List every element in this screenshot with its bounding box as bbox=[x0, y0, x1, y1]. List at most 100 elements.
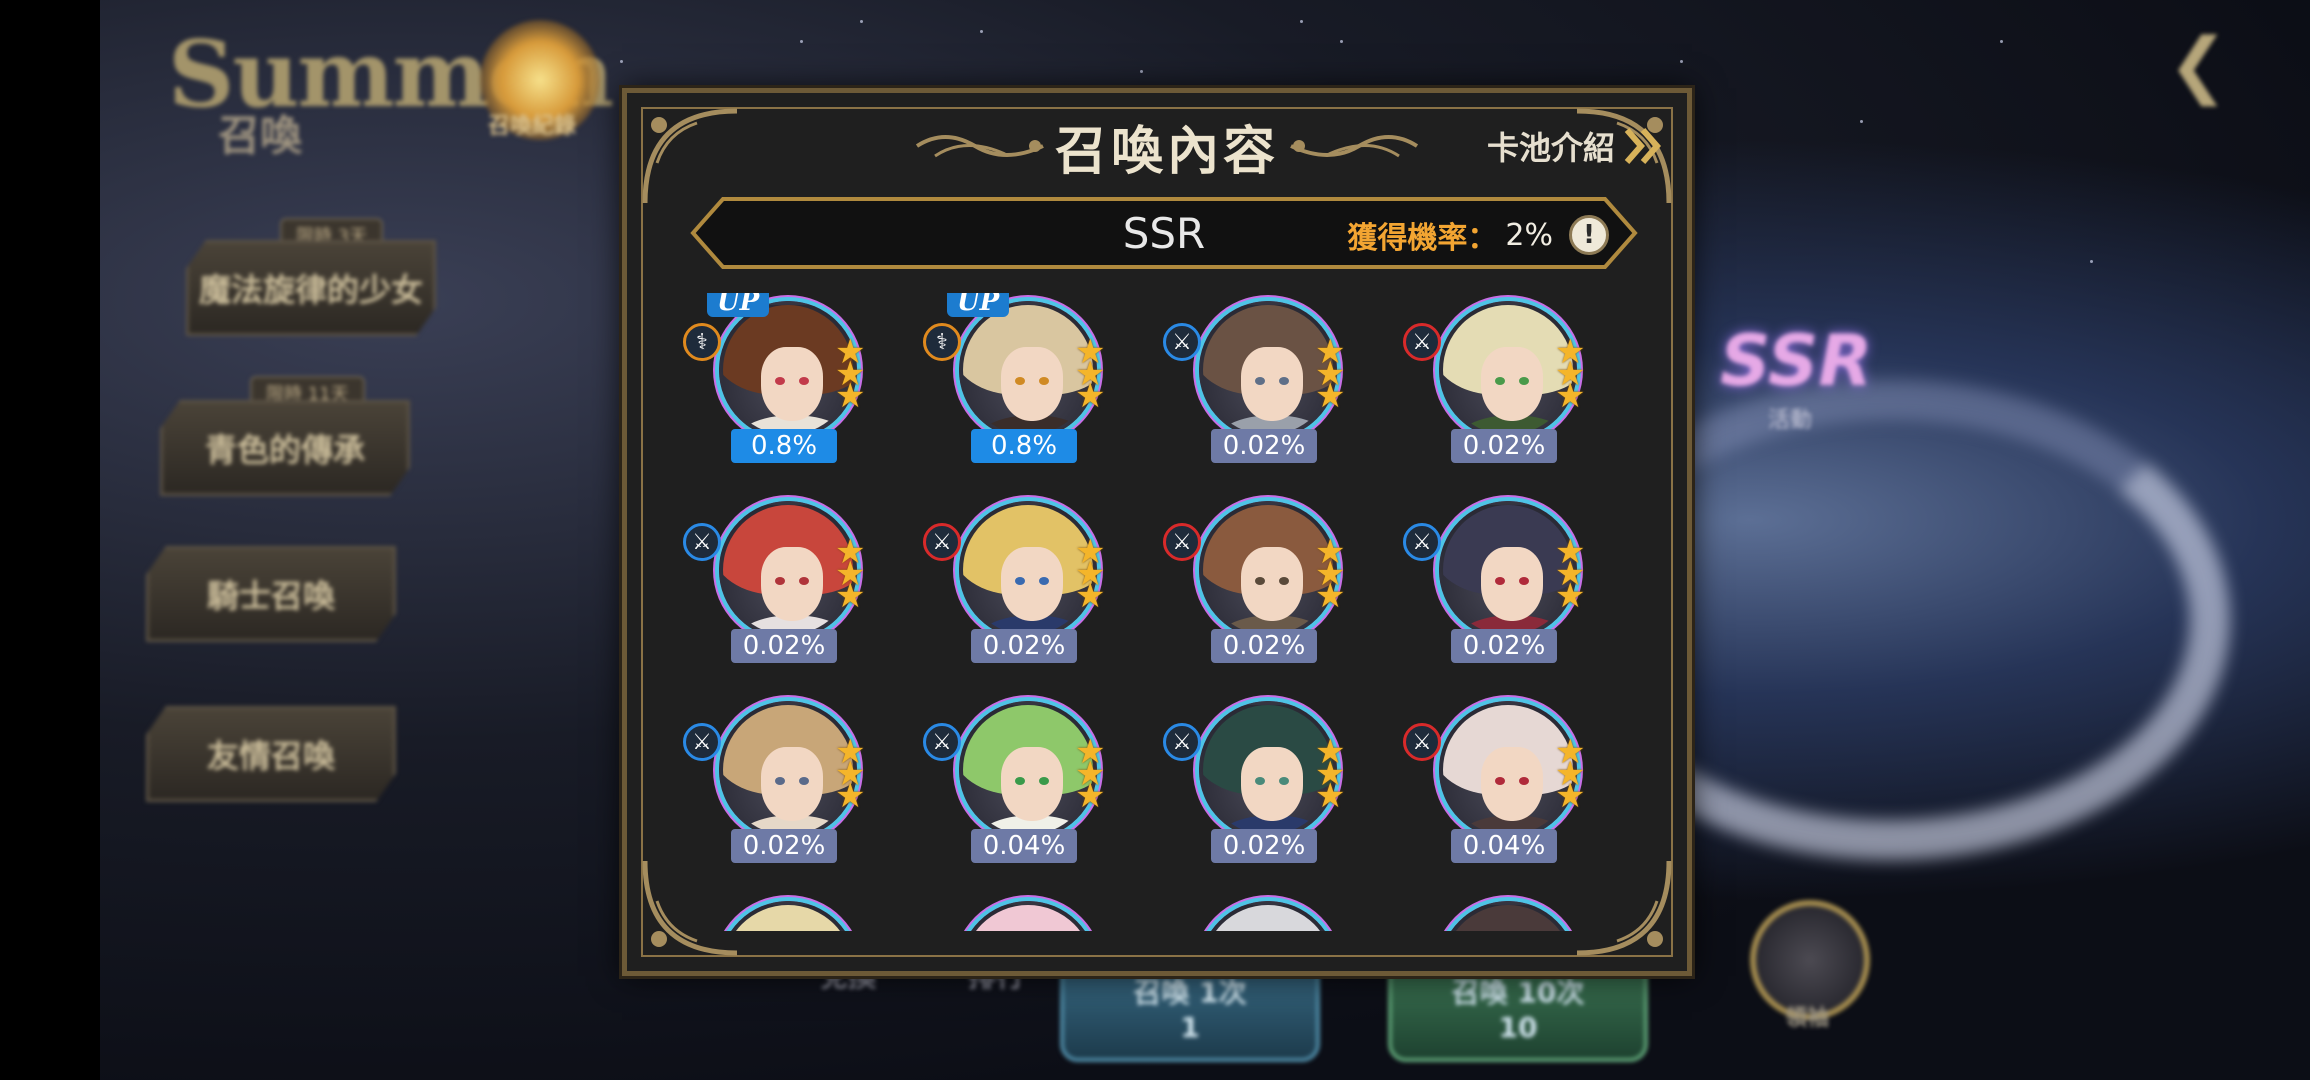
sword-icon: ⚔ bbox=[923, 523, 961, 561]
summon-once-label: 召喚 1次 bbox=[1133, 975, 1247, 1009]
portrait-eye bbox=[799, 777, 809, 785]
sword-icon: ⚔ bbox=[683, 723, 721, 761]
side-tab-magic-melody[interactable]: 魔法旋律的少女 bbox=[186, 240, 436, 336]
rarity-stars: ★ ★ ★ bbox=[1555, 535, 1595, 613]
star-icon: ★ bbox=[835, 376, 866, 416]
sword-icon: ⚔ bbox=[1403, 723, 1441, 761]
up-badge: UP bbox=[707, 293, 770, 317]
portrait-face bbox=[1241, 347, 1303, 421]
side-tab-friend-summon[interactable]: 友情召喚 bbox=[146, 706, 396, 802]
star-dust bbox=[2000, 40, 2003, 43]
sword-icon: ⚔ bbox=[683, 523, 721, 561]
character-card[interactable]: ⚔ ★ ★ ★ 0.02% bbox=[683, 693, 883, 873]
sword-icon: ⚔ bbox=[1403, 323, 1441, 361]
rarity-header-bar: SSR 獲得機率： 2% ! bbox=[689, 195, 1639, 271]
character-card[interactable]: ⚔ ★ ★ ★ 0.02% bbox=[1163, 693, 1363, 873]
rate-badge: 0.8% bbox=[731, 429, 837, 463]
rate-badge: 0.02% bbox=[1451, 429, 1557, 463]
character-card[interactable]: ⚔ ★ ★ ★ 0.04% bbox=[1403, 693, 1603, 873]
character-card[interactable] bbox=[1403, 893, 1603, 931]
portrait-eye bbox=[1279, 577, 1289, 585]
rate-value: 2% bbox=[1505, 217, 1553, 253]
character-portrait bbox=[1199, 901, 1337, 931]
sword-icon: ⚔ bbox=[1163, 723, 1201, 761]
character-card[interactable] bbox=[683, 893, 883, 931]
portrait-face bbox=[1481, 747, 1543, 821]
portrait-eye bbox=[1279, 377, 1289, 385]
rate-badge: 0.04% bbox=[971, 829, 1077, 863]
portrait-eye bbox=[775, 577, 785, 585]
rate-badge: 0.02% bbox=[1211, 829, 1317, 863]
star-dust bbox=[620, 60, 623, 63]
rarity-stars: ★ ★ ★ bbox=[1315, 735, 1355, 816]
portrait-eye bbox=[1015, 577, 1025, 585]
summon-ten-label: 召喚 10次 bbox=[1451, 975, 1585, 1009]
dialog-header: 召喚內容 卡池介紹 bbox=[627, 93, 1687, 203]
summon-ten-cost: 10 bbox=[1498, 1010, 1538, 1044]
rarity-stars: ★ ★ ★ bbox=[1315, 335, 1355, 413]
pool-info-label: 卡池介紹 bbox=[1486, 129, 1615, 167]
portrait-eye bbox=[1015, 777, 1025, 785]
character-card[interactable]: ⚕ ★ ★ ★ UP 0.8% bbox=[923, 293, 1123, 473]
portrait-eye bbox=[1255, 777, 1265, 785]
character-card[interactable] bbox=[1163, 893, 1363, 931]
dialog-title: 召喚內容 bbox=[1054, 121, 1279, 182]
character-portrait bbox=[959, 901, 1097, 931]
star-icon: ★ bbox=[1075, 776, 1106, 816]
portrait-eye bbox=[1039, 777, 1049, 785]
character-card[interactable]: ⚔ ★ ★ ★ 0.02% bbox=[923, 493, 1123, 673]
character-grid[interactable]: ⚕ ★ ★ ★ UP 0.8% ⚕ ★ ★ ★ UP 0.8% ⚔ ★ ★ ★ 0.02% ⚔ ★ ★ ★ 0.02% ⚔ ★… bbox=[669, 293, 1655, 931]
character-card[interactable]: ⚕ ★ ★ ★ UP 0.8% bbox=[683, 293, 883, 473]
character-card[interactable]: ⚔ ★ ★ ★ 0.02% bbox=[1163, 493, 1363, 673]
character-card[interactable]: ⚔ ★ ★ ★ 0.02% bbox=[683, 493, 883, 673]
portrait-face bbox=[761, 547, 823, 621]
side-tab-knight-summon[interactable]: 騎士召喚 bbox=[146, 546, 396, 642]
dialog-title-wrap: 召喚內容 bbox=[907, 101, 1427, 191]
star-dust bbox=[860, 20, 863, 23]
portrait-face bbox=[1241, 547, 1303, 621]
star-icon: ★ bbox=[1555, 376, 1586, 416]
rate-label: 獲得機率： bbox=[1347, 221, 1498, 256]
portrait-face bbox=[1001, 547, 1063, 621]
portrait-face bbox=[1001, 747, 1063, 821]
star-icon: ★ bbox=[1315, 776, 1346, 816]
portrait-eye bbox=[799, 577, 809, 585]
summon-content-dialog: 召喚內容 卡池介紹 SSR 獲得機率： 2% ! ⚕ ★ ★ ★ UP 0.8% ⚕ ★ ★ ★ U… bbox=[622, 88, 1692, 976]
portrait-hair bbox=[1203, 905, 1333, 931]
summon-once-cost: 1 bbox=[1180, 1010, 1200, 1044]
character-card[interactable] bbox=[923, 893, 1123, 931]
rarity-stars: ★ ★ ★ bbox=[1075, 335, 1115, 413]
portrait-eye bbox=[1279, 777, 1289, 785]
character-card[interactable]: ⚔ ★ ★ ★ 0.04% bbox=[923, 693, 1123, 873]
back-arrow-icon[interactable]: ❮ bbox=[2168, 22, 2288, 106]
leader-emblem-label: 領袖 bbox=[1785, 1006, 1830, 1031]
pool-info-button[interactable]: 卡池介紹 bbox=[1487, 123, 1665, 169]
character-portrait bbox=[1439, 901, 1577, 931]
star-icon: ★ bbox=[835, 776, 866, 816]
character-card[interactable]: ⚔ ★ ★ ★ 0.02% bbox=[1403, 293, 1603, 473]
flourish-left-icon bbox=[915, 135, 1044, 158]
rate-badge: 0.02% bbox=[1211, 629, 1317, 663]
star-dust bbox=[980, 30, 983, 33]
star-dust bbox=[1860, 120, 1863, 123]
portrait-eye bbox=[1495, 577, 1505, 585]
staff-icon: ⚕ bbox=[683, 323, 721, 361]
rarity-stars: ★ ★ ★ bbox=[835, 735, 875, 816]
portrait-eye bbox=[1255, 377, 1265, 385]
character-card[interactable]: ⚔ ★ ★ ★ 0.02% bbox=[1403, 493, 1603, 673]
portrait-face bbox=[761, 747, 823, 821]
portrait-eye bbox=[1015, 377, 1025, 385]
star-dust bbox=[1140, 70, 1143, 73]
sword-icon: ⚔ bbox=[923, 723, 961, 761]
side-tab-blue-legacy[interactable]: 青色的傳承 bbox=[160, 400, 410, 496]
portrait-eye bbox=[1039, 577, 1049, 585]
character-card[interactable]: ⚔ ★ ★ ★ 0.02% bbox=[1163, 293, 1363, 473]
rarity-stars: ★ ★ ★ bbox=[1315, 535, 1355, 616]
rate-badge: 0.02% bbox=[1211, 429, 1317, 463]
star-icon: ★ bbox=[1315, 576, 1346, 616]
rarity-stars: ★ ★ ★ bbox=[835, 535, 875, 613]
portrait-face bbox=[1001, 347, 1063, 421]
rate-badge: 0.02% bbox=[971, 629, 1077, 663]
up-badge: UP bbox=[947, 293, 1010, 317]
info-exclamation-icon[interactable]: ! bbox=[1569, 215, 1609, 255]
